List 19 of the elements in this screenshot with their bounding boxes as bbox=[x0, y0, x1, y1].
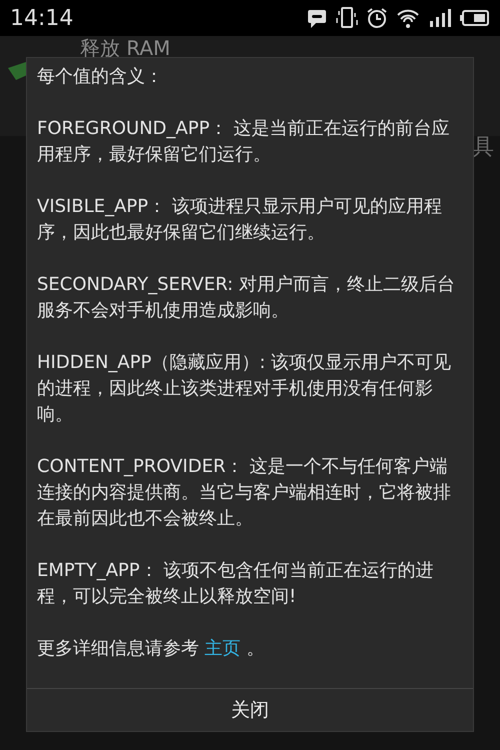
tab-label[interactable]: 具 bbox=[472, 131, 494, 164]
info-paragraph: EMPTY_APP： 该项不包含任何当前正在运行的进程，可以完全被终止以释放空间! bbox=[37, 559, 434, 609]
info-paragraph: CONTENT_PROVIDER： 这是一个不与任何客户端连接的内容提供商。当它与客户端相连时，它将被排在最前因此也不会被终止。 bbox=[37, 455, 452, 531]
clock-time: 14:14 bbox=[10, 4, 74, 32]
info-paragraph: SECONDARY_SERVER: 对用户而言，终止二级后台服务不会对手机使用造成影响。 bbox=[37, 273, 456, 323]
info-paragraph: FOREGROUND_APP： 这是当前正在运行的前台应用程序，最好保留它们运行。 bbox=[37, 117, 450, 167]
vibrate-icon bbox=[336, 6, 358, 30]
info-paragraph: 更多详细信息请参考 主页 。 bbox=[37, 637, 266, 661]
alarm-icon bbox=[366, 7, 388, 29]
info-paragraph: HIDDEN_APP（隐藏应用）: 该项仅显示用户不可见的进程，因此终止该类进程对手机使用没有任何影响。 bbox=[37, 351, 452, 427]
info-paragraph: VISIBLE_APP： 该项进程只显示用户可见的应用程序，因此也最好保留它们继续运行。 bbox=[37, 195, 443, 245]
wifi-icon bbox=[396, 8, 420, 28]
message-icon bbox=[306, 7, 328, 29]
app-title: 释放 RAM bbox=[80, 36, 170, 60]
signal-icon bbox=[428, 7, 452, 29]
homepage-link[interactable]: 主页 bbox=[204, 638, 241, 659]
close-button[interactable]: 关闭 bbox=[27, 689, 473, 731]
battery-icon bbox=[460, 9, 490, 27]
dialog-heading: 每个值的含义： bbox=[37, 65, 164, 89]
